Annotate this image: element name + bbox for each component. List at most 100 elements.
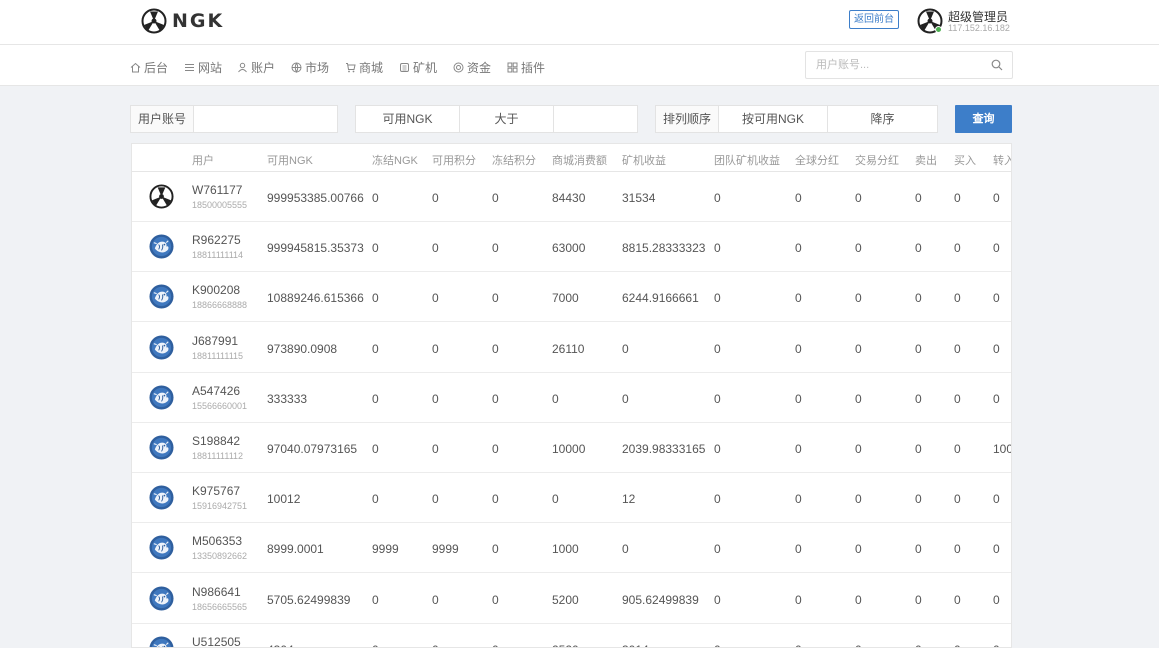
user-id[interactable]: R962275: [192, 233, 241, 247]
table-row[interactable]: J687991 18811111115 973890.0908 0 0 0 26110 0 0 0…: [132, 323, 1011, 373]
sort-direction-select[interactable]: 降序: [828, 106, 937, 132]
user-id[interactable]: N986641: [192, 585, 241, 599]
user-phone: 18811111115: [192, 350, 244, 361]
user-id[interactable]: S198842: [192, 434, 240, 448]
table-cell: 0: [372, 391, 379, 406]
column-header[interactable]: 卖出: [915, 152, 937, 168]
nav-item-plugins[interactable]: 插件: [507, 59, 545, 76]
user-avatar: [149, 485, 174, 510]
query-button[interactable]: 查询: [955, 105, 1012, 133]
table-cell: 0: [993, 643, 1000, 647]
table-cell: 0: [954, 291, 961, 306]
return-frontend-button[interactable]: 返回前台: [849, 10, 899, 29]
user-id[interactable]: A547426: [192, 384, 240, 398]
table-row[interactable]: K900208 18866668888 10889246.615366 0 0 0 7000…: [132, 272, 1011, 323]
user-id[interactable]: K975767: [192, 484, 240, 498]
account-filter-input[interactable]: [194, 106, 337, 132]
table-cell: 999945815.35373: [267, 241, 364, 256]
table-cell: 0: [714, 643, 721, 647]
nav-item-backend[interactable]: 后台: [130, 59, 168, 76]
column-header[interactable]: 转入: [993, 152, 1011, 168]
table-row[interactable]: W761177 18500005555 999953385.00766 0 0 0 8443…: [132, 172, 1011, 222]
table-cell: 0: [855, 442, 862, 456]
user-phone: 18656665565: [192, 601, 248, 612]
user-id[interactable]: W761177: [192, 183, 242, 197]
compare-select[interactable]: 大于: [460, 106, 554, 132]
table-row[interactable]: U512505 4304 0 0 0 2520 3014 0 0 0 0 0 0: [132, 624, 1011, 647]
main-nav: 后台 网站 账户 市场 商城 矿机 资金 插件: [0, 45, 1159, 86]
sort-filter: 排列顺序 按可用NGK 降序: [655, 105, 938, 133]
nav-item-miner[interactable]: 矿机: [399, 59, 437, 76]
table-cell: 0: [492, 291, 499, 306]
sort-field-select[interactable]: 按可用NGK: [719, 106, 828, 132]
column-header[interactable]: 可用NGK: [267, 152, 313, 168]
table-cell: 0: [492, 391, 499, 406]
compare-value-input[interactable]: [554, 106, 637, 132]
table-cell: 0: [915, 291, 922, 306]
user-id[interactable]: J687991: [192, 334, 238, 348]
table-cell: 0: [432, 391, 439, 406]
table-cell: 0: [993, 291, 1000, 306]
nav-item-account[interactable]: 账户: [237, 59, 275, 76]
search-icon[interactable]: [991, 59, 1003, 71]
user-id[interactable]: U512505: [192, 635, 241, 647]
table-cell: 1000: [552, 542, 579, 557]
user-id[interactable]: M506353: [192, 534, 242, 548]
table-row[interactable]: R962275 18811111114 999945815.35373 0 0 0 6300…: [132, 222, 1011, 273]
table-cell: 0: [714, 542, 721, 557]
nav-label: 账户: [251, 61, 276, 75]
admin-ip: 117.152.16.182: [948, 23, 1010, 33]
column-header[interactable]: 矿机收益: [622, 152, 666, 168]
user-phone: 15916942751: [192, 501, 248, 512]
table-cell: 905.62499839: [622, 592, 699, 607]
user-avatar: [149, 586, 174, 611]
table-row[interactable]: M506353 13350892662 8999.0001 9999 9999 0 1000…: [132, 523, 1011, 574]
brand-logo[interactable]: NGK: [141, 8, 224, 34]
table-cell: 0: [714, 492, 721, 507]
nav-item-market[interactable]: 市场: [291, 59, 329, 76]
column-header[interactable]: 全球分红: [795, 152, 839, 168]
column-header[interactable]: 冻结NGK: [372, 152, 418, 168]
table-cell: 0: [954, 492, 961, 507]
table-cell: 333333: [267, 391, 308, 406]
column-header[interactable]: 冻结积分: [492, 152, 536, 168]
table-cell: 0: [915, 492, 922, 507]
nav-label: 市场: [305, 61, 330, 75]
table-row[interactable]: S198842 18811111112 97040.07973165 0 0 0 10000…: [132, 423, 1011, 473]
table-cell: 0: [795, 341, 802, 356]
table-cell: 0: [954, 191, 961, 205]
column-header[interactable]: 用户: [192, 152, 214, 168]
nav-item-site[interactable]: 网站: [184, 59, 222, 76]
nav-label: 插件: [521, 61, 546, 75]
nav-item-funds[interactable]: 资金: [453, 59, 491, 76]
table-cell: 0: [795, 592, 802, 607]
column-header[interactable]: 交易分红: [855, 152, 899, 168]
table-cell: 0: [855, 241, 862, 256]
field-select[interactable]: 可用NGK: [356, 106, 460, 132]
table-cell: 0: [372, 643, 379, 647]
column-header[interactable]: 买入: [954, 152, 976, 168]
table-cell: 26110: [552, 341, 585, 356]
table-cell: 0: [954, 592, 961, 607]
table-row[interactable]: K975767 15916942751 10012 0 0 0 0 12 0 0 0 0 0 0: [132, 473, 1011, 524]
table-cell: 63000: [552, 241, 586, 256]
user-avatar: [149, 535, 174, 560]
table-row[interactable]: A547426 15566660001 333333 0 0 0 0 0 0 0 0 0 0 0: [132, 373, 1011, 423]
user-avatar: [149, 284, 174, 309]
user-id[interactable]: K900208: [192, 283, 240, 297]
column-header[interactable]: 商城消费额: [552, 152, 607, 168]
table-cell: 0: [954, 643, 961, 647]
table-row[interactable]: N986641 18656665565 5705.62499839 0 0 0 5200 90…: [132, 574, 1011, 624]
column-header[interactable]: 团队矿机收益: [714, 152, 780, 168]
ngk-logo-icon: [141, 8, 167, 34]
user-phone: 15566660001: [192, 400, 248, 411]
table-cell: 0: [552, 391, 559, 406]
user-account-search-input[interactable]: [805, 51, 1013, 79]
table-cell: 0: [795, 391, 802, 406]
table-cell: 0: [372, 341, 379, 356]
table-cell: 0: [492, 542, 499, 557]
column-header[interactable]: 可用积分: [432, 152, 476, 168]
table-cell: 0: [714, 291, 721, 306]
nav-item-mall[interactable]: 商城: [345, 59, 383, 76]
table-cell: 0: [855, 391, 862, 406]
